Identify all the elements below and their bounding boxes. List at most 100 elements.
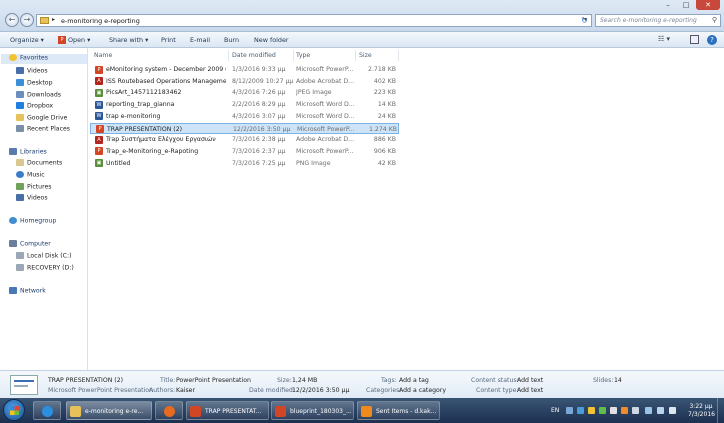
file-row[interactable]: PeMonitoring system - December 2009 up..… [90,64,399,76]
start-button[interactable] [3,399,25,421]
file-row[interactable]: ▣ Untitled 7/3/2016 7:25 μμ PNG Image 42 KB [90,158,399,170]
column-divider[interactable] [293,50,294,61]
maximize-button[interactable]: □ [677,0,695,10]
file-type: PNG Image [296,159,331,167]
show-desktop-button[interactable] [717,398,724,423]
new-folder-button[interactable]: New folder [254,36,289,44]
views-icon[interactable]: ☷ ▾ [658,35,670,43]
close-button[interactable]: ✕ [696,0,720,10]
file-row[interactable]: ▣ PicsArt_1457112183462 4/3/2016 7:26 μμ JP… [90,87,399,99]
column-header-size[interactable]: Size [359,52,372,59]
column-header-type[interactable]: Type [296,52,310,59]
details-content-status-value[interactable]: Add text [517,377,543,384]
details-tags-value[interactable]: Add a tag [399,377,429,384]
organize-button[interactable]: Organize ▾ [10,36,44,44]
tray-app-icon[interactable] [621,407,628,414]
nav-libraries[interactable]: Libraries [9,148,47,156]
pictures-icon [16,183,24,190]
breadcrumb-arrow-icon[interactable]: ▸ [52,16,55,23]
details-title-label: Title: [160,377,176,384]
file-row[interactable]: Wtrap e-monitoring 4/3/2016 3:07 μμ Micros… [90,111,399,123]
file-row[interactable]: Wreporting_trap_gianna 2/2/2016 8:29 μμ Mi… [90,99,399,111]
file-row[interactable]: P Trap_e-Monitoring_e-Rapoting 7/3/2016 2:… [90,146,399,158]
ppt-file-icon: P [95,147,103,156]
nav-pictures[interactable]: Pictures [16,183,52,191]
file-row[interactable]: A Trap Συστήματα Ελέγχου Εργασιών 7/3/2016… [90,134,399,146]
network-icon[interactable] [657,407,664,414]
file-date: 2/2/2016 8:29 μμ [232,101,286,109]
nav-label: RECOVERY (D:) [27,264,74,272]
nav-videos-lib[interactable]: Videos [16,194,48,202]
nav-downloads[interactable]: Downloads [16,91,61,99]
nav-google-drive[interactable]: Google Drive [16,114,67,122]
nav-network[interactable]: Network [9,287,46,295]
nav-dropbox[interactable]: Dropbox [16,102,53,110]
nav-music[interactable]: Music [16,171,45,179]
nav-label: Music [27,171,45,179]
taskbar-media-player[interactable] [155,401,183,420]
taskbar-explorer[interactable]: e-monitoring e-re... [66,401,152,420]
details-categories-value[interactable]: Add a category [399,387,446,394]
details-authors-label: Authors: [149,387,176,394]
nav-documents[interactable]: Documents [16,159,62,167]
nav-videos-fav[interactable]: Videos [16,67,48,75]
forward-button[interactable]: → [20,13,34,27]
taskbar: e-monitoring e-re... TRAP PRESENTAT... b… [0,398,724,423]
volume-icon[interactable] [669,407,676,414]
column-divider[interactable] [228,50,229,61]
refresh-button[interactable]: ↻ [578,14,591,27]
details-size-label: Size: [277,377,292,384]
file-size: 42 KB [377,159,396,167]
file-size: 886 KB [373,136,396,144]
nav-recovery[interactable]: RECOVERY (D:) [16,264,74,272]
tray-app-icon[interactable] [588,407,595,414]
details-content-type-value[interactable]: Add text [517,387,543,394]
taskbar-internet-explorer[interactable] [33,401,61,420]
nav-homegroup[interactable]: Homegroup [9,217,56,225]
clock-time: 3:22 μμ [689,403,713,410]
media-player-icon [164,406,175,417]
language-indicator[interactable]: EN [551,407,559,414]
file-thumbnail [10,375,38,395]
email-button[interactable]: E-mail [190,36,210,44]
address-path[interactable]: e-monitoring e-reporting [61,17,140,25]
preview-pane-icon[interactable] [690,35,699,44]
file-date: 7/3/2016 2:38 μμ [232,136,286,144]
file-name: TRAP PRESENTATION (2) [107,125,183,133]
column-header-name[interactable]: Name [94,52,112,59]
open-button[interactable]: P Open ▾ [58,36,90,44]
taskbar-powerpoint-1[interactable]: TRAP PRESENTAT... [186,401,269,420]
taskbar-outlook[interactable]: Sent Items - d.kak... [357,401,440,420]
internet-explorer-icon [42,406,53,417]
tray-flag-icon[interactable] [566,407,573,414]
details-title-value[interactable]: PowerPoint Presentation [176,377,251,384]
help-icon[interactable]: ? [707,35,717,45]
column-divider[interactable] [398,50,399,61]
share-with-button[interactable]: Share with ▾ [109,36,148,44]
print-button[interactable]: Print [161,36,176,44]
minimize-button[interactable]: – [659,0,677,10]
file-row[interactable]: P TRAP PRESENTATION (2) 12/2/2016 3:50 μμ M… [90,122,399,134]
nav-local-disk[interactable]: Local Disk (C:) [16,252,72,260]
column-divider[interactable] [355,50,356,61]
details-date-label: Date modified: [249,387,295,394]
taskbar-powerpoint-2[interactable]: blueprint_180303_... [271,401,354,420]
tray-app-icon[interactable] [599,407,606,414]
clock[interactable]: 3:22 μμ 7/3/2016 [688,403,715,419]
burn-button[interactable]: Burn [224,36,239,44]
file-row[interactable]: A ISS Routebased Operations Management...… [90,76,399,88]
address-bar[interactable]: ▸ e-monitoring e-reporting ▾ [36,14,592,27]
tray-app-icon[interactable] [577,407,584,414]
nav-recent-places[interactable]: Recent Places [16,125,70,133]
search-input[interactable]: Search e-monitoring e-reporting ⚲ [595,14,721,27]
details-authors-value[interactable]: Kaiser [176,387,195,394]
nav-computer[interactable]: Computer [9,240,51,248]
nav-label: Dropbox [27,102,54,110]
tray-arrow-icon[interactable] [632,407,639,414]
action-center-icon[interactable] [645,407,652,414]
nav-desktop[interactable]: Desktop [16,79,53,87]
nav-favorites[interactable]: Favorites [1,54,87,64]
back-button[interactable]: ← [5,13,19,27]
tray-app-icon[interactable] [610,407,617,414]
column-header-date[interactable]: Date modified [232,52,276,59]
